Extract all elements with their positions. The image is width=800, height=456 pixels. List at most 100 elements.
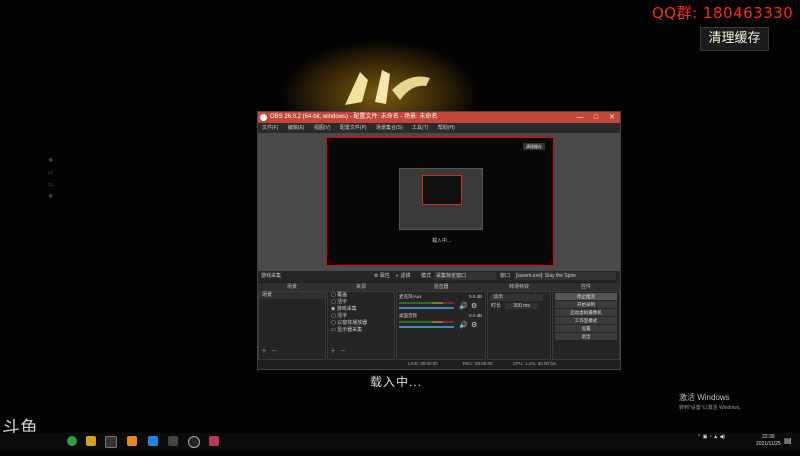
source-item[interactable]: ◉ 游戏采集 [328,306,394,313]
properties-button[interactable]: ⚙ 属性 [374,271,390,282]
system-tray[interactable]: ⌃ ▣ ◔ ▲ ◀) [697,434,725,440]
mixer-meter-row: 🔊 ⚙ [397,320,485,330]
filters-label: 滤镜 [400,273,411,279]
controls-panel: 停止推流 开始录制 启动虚拟摄像机 工作室模式 设置 退出 [552,291,620,360]
clear-cache-button[interactable]: 清理缓存 [700,27,769,51]
qq-group-text: QQ群: 180463330 [652,4,794,22]
obs-taskbar-icon[interactable] [188,436,200,448]
app-icon[interactable] [86,436,96,446]
obs-window: OBS 26.0.2 (64-bit, windows) - 配置文件: 未命名… [257,111,621,370]
menu-file[interactable]: 文件(F) [262,125,278,131]
mode-select[interactable]: 采集特定窗口 [434,272,496,280]
exit-button[interactable]: 退出 [555,333,617,340]
channel-level: 0.0 dB [468,313,482,318]
source-toolbar: 游戏采集 ⚙ 属性 ◐ 滤镜 模式 采集特定窗口 窗口 [sarem.exe]:… [258,271,620,282]
speaker-icon[interactable]: 🔊 [459,302,468,310]
properties-label: 属性 [379,273,390,279]
dock-headers: 场景 来源 混音器 转场特效 控件 [258,283,620,291]
window-title: OBS 26.0.2 (64-bit, windows) - 配置文件: 未命名… [270,114,438,120]
loading-text: 载入中... [370,375,423,389]
sources-panel: ▢ 覆盖 ▢ 活字 ◉ 游戏采集 ▢ 活字 ▢ 以窗体播放器 ▭ 显示器采集 [327,291,395,360]
menu-tools[interactable]: 工具(T) [412,125,428,131]
mixer-channel: 麦克风/Aux 0.0 dB [397,292,485,301]
speaker-icon[interactable]: 🔊 [459,321,468,329]
sources-title: 来源 [355,284,366,290]
start-virtual-camera-button[interactable]: 启动虚拟摄像机 [555,309,617,316]
source-item[interactable]: ▭ 显示器采集 [328,327,394,334]
source-item[interactable]: ▢ 活字 [328,313,394,320]
taskbar: ⌃ ▣ ◔ ▲ ◀) 22:39 2021/11/25 ▤ [0,433,800,450]
source-item[interactable]: ▢ 覆盖 [328,292,394,299]
filter-icon: ◐ [396,273,400,279]
controls-title: 控件 [580,284,591,290]
window-label: 窗口 [500,273,511,279]
add-source-button[interactable]: ＋ [330,346,336,355]
game-logo-art [345,70,430,105]
menu-edit[interactable]: 编辑(E) [288,125,305,131]
preview-canvas[interactable]: 清理缓存 载入中... [326,137,554,266]
windows-activation-watermark: 激活 Windows 转到"设置"以激活 Windows。 [679,393,744,413]
volume-slider[interactable] [399,326,454,328]
live-time: LIVE: 00:00:00 [408,361,438,366]
app-icon[interactable] [105,436,117,448]
start-recording-button[interactable]: 开始录制 [555,301,617,308]
preview-cache-badge: 清理缓存 [523,143,545,150]
channel-level: 0.0 dB [468,294,482,299]
studio-mode-button[interactable]: 工作室模式 [555,317,617,324]
duration-input[interactable]: 300 ms [505,303,538,309]
minimize-button[interactable]: — [572,112,588,123]
nested-obs-preview: 载入中... [399,168,483,244]
gear-icon[interactable]: ⚙ [471,302,477,310]
source-item[interactable]: ▢ 活字 [328,299,394,306]
obs-app-icon [260,114,267,121]
mixer-panel: 麦克风/Aux 0.0 dB 🔊 ⚙ 桌面音频 0.0 dB 🔊 ⚙ [396,291,486,360]
maximize-button[interactable]: □ [588,112,604,123]
stop-streaming-button[interactable]: 停止推流 [555,293,617,300]
app-icon[interactable] [168,436,178,446]
volume-slider[interactable] [399,307,454,309]
gear-icon[interactable]: ⚙ [471,321,477,329]
filters-button[interactable]: ◐ 滤镜 [396,271,410,282]
menu-view[interactable]: 视图(V) [314,125,331,131]
desktop-side-icons: ❖ ▭ ▭ ❖ [48,158,54,200]
activation-title: 激活 Windows [679,393,730,402]
scene-item[interactable]: 场景 [259,292,325,299]
nested-loading-text: 载入中... [432,238,452,244]
app-icon[interactable] [209,436,219,446]
scenes-title: 场景 [286,284,297,290]
clock[interactable]: 22:39 2021/11/25 [756,434,781,448]
transitions-title: 转场特效 [508,284,529,290]
mixer-channel: 桌面音频 0.0 dB [397,311,485,320]
transitions-panel: 淡出 时长 300 ms [487,291,551,360]
add-scene-button[interactable]: ＋ [261,346,267,355]
notification-icon[interactable]: ▤ [784,436,792,445]
settings-button[interactable]: 设置 [555,325,617,332]
cpu-fps: CPU: 1.1%, 60.00 fps [513,361,557,366]
close-button[interactable]: ✕ [604,112,620,123]
menu-help[interactable]: 帮助(H) [438,125,455,131]
audio-meter [399,321,454,323]
remove-source-button[interactable]: － [340,346,346,355]
app-icon[interactable] [67,436,77,446]
nested-preview-canvas [422,175,462,205]
channel-name: 麦克风/Aux [399,294,422,299]
duration-label: 时长 [491,303,502,309]
source-item[interactable]: ▢ 以窗体播放器 [328,320,394,327]
transition-select[interactable]: 淡出 [490,294,543,301]
menu-profile[interactable]: 配置文件(P) [340,125,367,131]
status-bar: LIVE: 00:00:00 REC: 00:00:00 CPU: 1.1%, … [258,359,620,368]
menu-bar: 文件(F) 编辑(E) 视图(V) 配置文件(P) 场景集合(S) 工具(T) … [258,123,620,133]
selected-source-name: 游戏采集 [261,273,282,279]
audio-meter [399,302,454,304]
channel-name: 桌面音频 [399,313,417,318]
app-icon[interactable] [148,436,158,446]
remove-scene-button[interactable]: － [271,346,277,355]
app-icon[interactable] [127,436,137,446]
clock-time: 22:39 [762,434,775,440]
window-select[interactable]: [sarem.exe]: Slay the Spire [514,272,616,280]
activation-subtitle: 转到"设置"以激活 Windows。 [679,405,745,411]
menu-scene-collection[interactable]: 场景集合(S) [376,125,403,131]
clock-date: 2021/11/25 [756,441,781,447]
mode-label: 模式 [421,273,432,279]
window-titlebar[interactable]: OBS 26.0.2 (64-bit, windows) - 配置文件: 未命名… [258,112,620,123]
